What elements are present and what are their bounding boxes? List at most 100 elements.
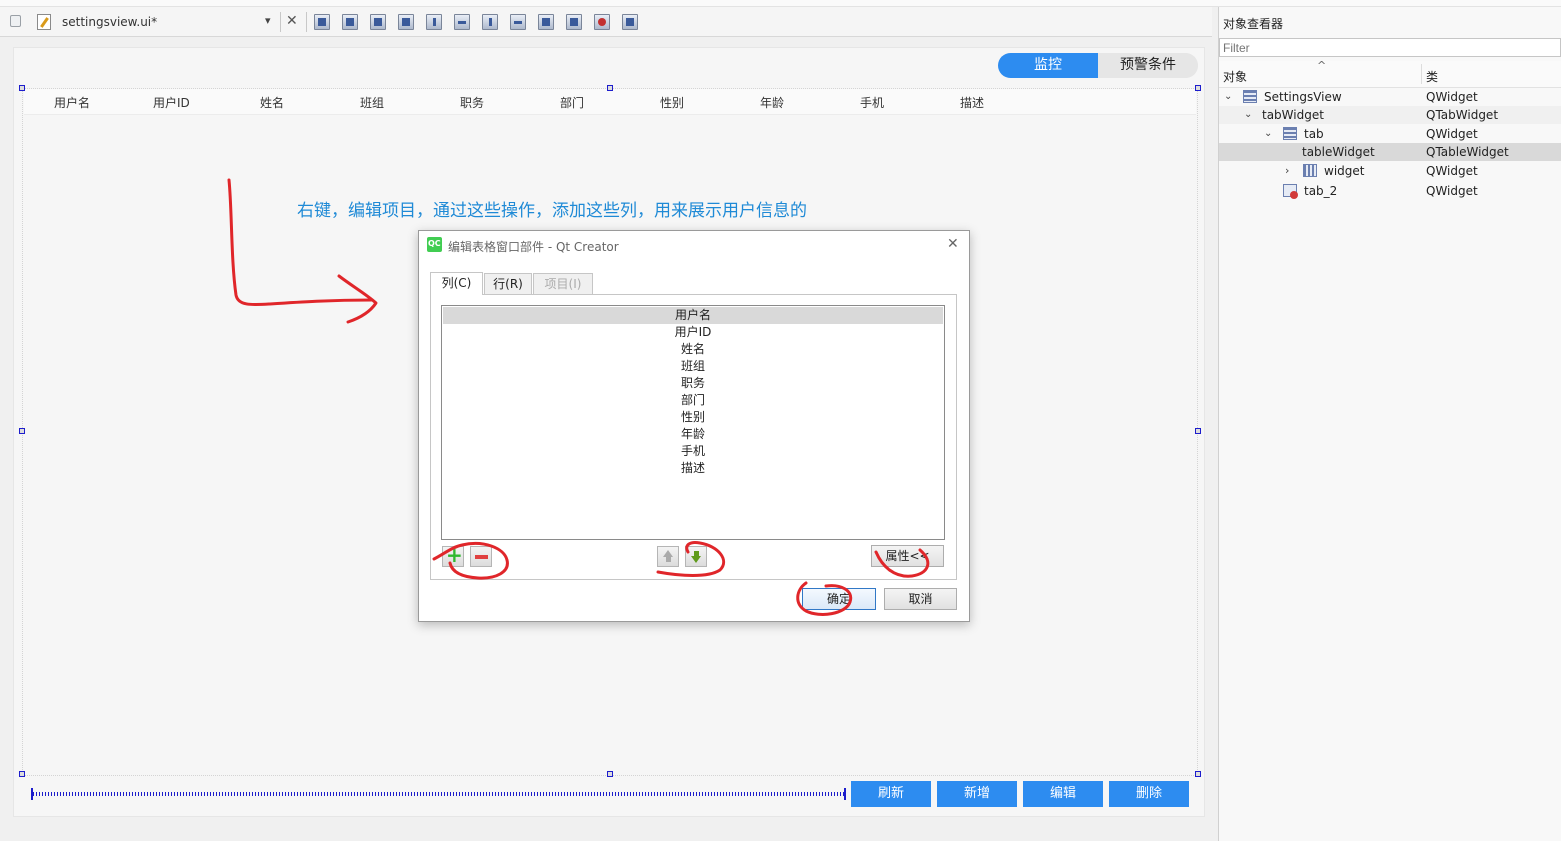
object-inspector-title: 对象查看器 [1223,17,1284,31]
selection-handle[interactable] [19,771,25,777]
list-item[interactable]: 职务 [443,375,943,392]
edit-widgets-icon[interactable] [314,14,330,30]
tree-header [1219,61,1561,88]
list-item[interactable]: 手机 [443,443,943,460]
tab-monitor[interactable]: 监控 [998,53,1098,78]
edit-button[interactable]: 编辑 [1023,781,1103,807]
edit-signals-slots-icon[interactable] [342,14,358,30]
tree-item-class: QWidget [1426,90,1478,104]
tree-item-name: SettingsView [1264,90,1342,104]
column-header-object[interactable]: 对象 [1223,68,1247,85]
list-item[interactable]: 性别 [443,409,943,426]
minus-icon [475,555,488,559]
edit-buddies-icon[interactable] [370,14,386,30]
tree-item-class: QWidget [1426,164,1478,178]
layout-form-icon[interactable] [538,14,554,30]
plus-icon: + [446,543,463,567]
list-item[interactable]: 部门 [443,392,943,409]
break-layout-icon[interactable] [594,14,610,30]
toolbar-separator [280,12,281,32]
tree-item-name: tabWidget [1262,108,1324,122]
move-down-button[interactable] [685,546,707,567]
layout-grid-icon[interactable] [566,14,582,30]
tree-item-class: QWidget [1426,127,1478,141]
adjust-size-icon[interactable] [622,14,638,30]
selection-handle[interactable] [1195,428,1201,434]
column-header-class[interactable]: 类 [1426,68,1438,85]
layout-icon [1243,90,1257,103]
tab-columns[interactable]: 列(C) [430,272,483,295]
chevron-down-icon[interactable]: ⌄ [1224,88,1232,106]
tree-row-tab-2[interactable]: tab_2 QWidget [1219,182,1561,200]
list-item[interactable]: 年龄 [443,426,943,443]
tree-row-tabwidget[interactable]: ⌄ tabWidget QTabWidget [1219,106,1561,124]
header-user-id: 用户ID [153,96,190,110]
toolbar-separator [306,12,307,32]
selection-handle[interactable] [607,85,613,91]
ok-button[interactable]: 确定 [802,588,876,610]
qt-creator-logo-icon: QC [427,237,442,252]
tree-row-tab[interactable]: ⌄ tab QWidget [1219,125,1561,143]
header-department: 部门 [560,96,585,110]
dialog-title: 编辑表格窗口部件 - Qt Creator [448,240,619,254]
header-gender: 性别 [660,96,685,110]
horizontal-spacer[interactable] [31,788,846,800]
lock-icon[interactable] [10,15,21,27]
header-age: 年龄 [760,96,785,110]
title-strip [0,0,1561,7]
header-username: 用户名 [54,96,91,110]
header-name: 姓名 [260,96,285,110]
edit-tab-order-icon[interactable] [398,14,414,30]
cancel-button[interactable]: 取消 [884,588,957,610]
delete-button[interactable]: 删除 [1109,781,1189,807]
refresh-button[interactable]: 刷新 [851,781,931,807]
header-phone: 手机 [860,96,885,110]
tree-row-tablewidget[interactable]: tableWidget QTableWidget [1219,143,1561,161]
layout-icon [1283,127,1297,140]
close-icon[interactable]: ✕ [286,13,298,29]
tree-item-class: QTabWidget [1426,108,1499,122]
layout-vertical-icon[interactable] [454,14,470,30]
arrow-down-icon [691,556,701,563]
column-divider [1421,64,1422,84]
layout-horizontal-icon[interactable] [426,14,442,30]
selection-handle[interactable] [607,771,613,777]
list-item[interactable]: 用户ID [443,324,943,341]
remove-column-button[interactable] [470,546,492,567]
arrow-up-icon [663,550,673,557]
header-description: 描述 [960,96,985,110]
designer-toolbar: settingsview.ui* ▾ ✕ [0,7,1212,37]
properties-button[interactable]: 属性<< [871,545,944,567]
tab-alert-conditions[interactable]: 预警条件 [1098,53,1198,78]
tree-item-name: tab [1304,127,1324,141]
tab-rows[interactable]: 行(R) [484,273,532,294]
add-button[interactable]: 新增 [937,781,1017,807]
error-badge-icon [1290,191,1298,199]
selection-handle[interactable] [19,85,25,91]
tree-row-widget[interactable]: › widget QWidget [1219,162,1561,180]
selection-handle[interactable] [1195,771,1201,777]
close-icon[interactable]: ✕ [947,236,959,252]
selection-handle[interactable] [19,428,25,434]
filter-input[interactable] [1219,38,1561,57]
move-up-button[interactable] [657,546,679,567]
selection-handle[interactable] [1195,85,1201,91]
add-column-button[interactable]: + [442,543,464,567]
tree-item-class: QTableWidget [1426,145,1509,159]
list-item[interactable]: 描述 [443,460,943,477]
chevron-down-icon[interactable]: ⌄ [1244,106,1252,124]
chevron-right-icon[interactable]: › [1285,162,1289,180]
sort-ascending-icon: ^ [1317,59,1327,72]
layout-horizontal-splitter-icon[interactable] [482,14,498,30]
file-edit-icon [37,14,51,30]
tab-items[interactable]: 项目(I) [533,273,593,294]
tree-row-settingsview[interactable]: ⌄ SettingsView QWidget [1219,88,1561,106]
list-item[interactable]: 用户名 [443,307,943,324]
file-selector[interactable]: settingsview.ui* ▾ [58,11,278,33]
list-item[interactable]: 姓名 [443,341,943,358]
layout-vertical-splitter-icon[interactable] [510,14,526,30]
header-team: 班组 [360,96,385,110]
chevron-down-icon[interactable]: ▾ [265,14,271,27]
chevron-down-icon[interactable]: ⌄ [1264,125,1272,143]
list-item[interactable]: 班组 [443,358,943,375]
